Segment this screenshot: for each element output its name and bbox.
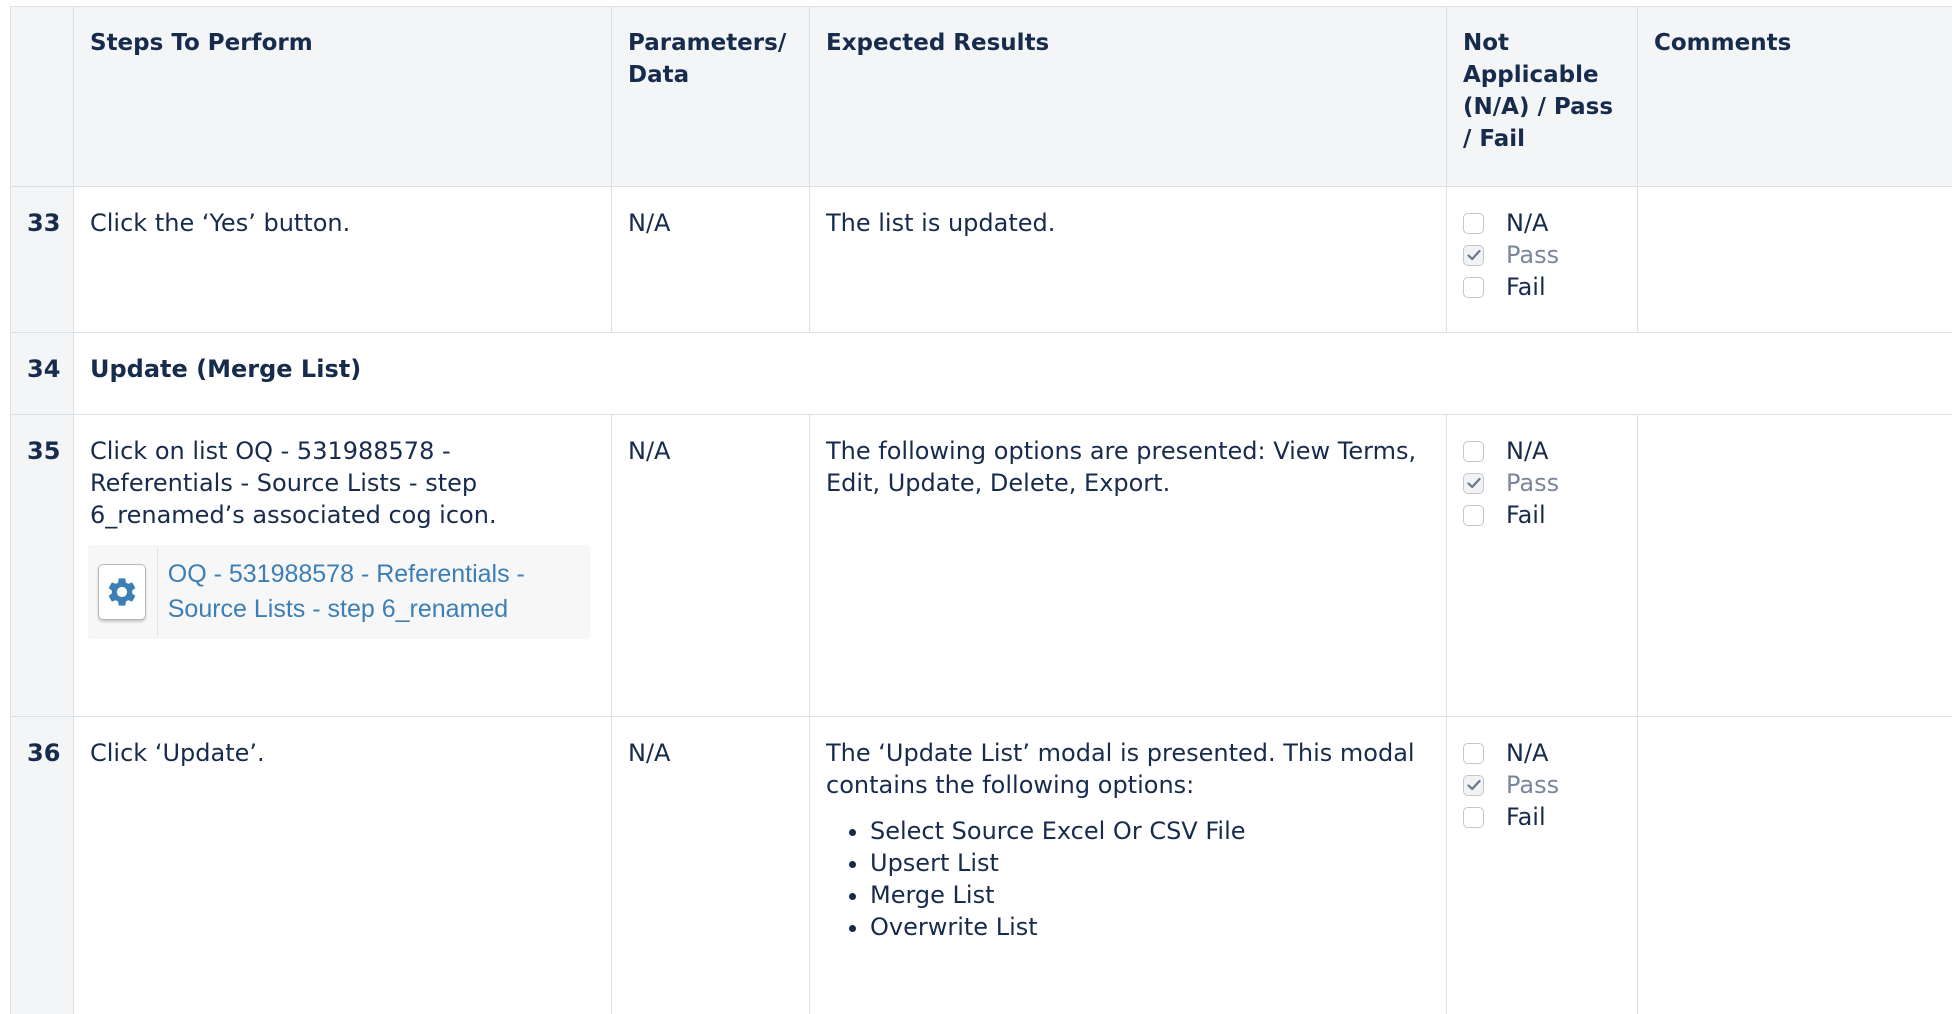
checkbox-pass[interactable]: [1463, 244, 1484, 266]
step-number: 35: [10, 414, 74, 717]
cog-icon: [108, 578, 135, 606]
checkbox-fail[interactable]: [1463, 806, 1484, 828]
table-row: 33 Click the ‘Yes’ button. N/A The list …: [10, 186, 1952, 333]
status-option-label: Pass: [1506, 771, 1560, 799]
cog-button: [98, 564, 146, 620]
step-parameters: N/A: [611, 716, 810, 1014]
embedded-screenshot: OQ - 531988578 - Referentials - Source L…: [88, 545, 590, 639]
status-option-label: Pass: [1506, 469, 1560, 497]
status-option-label: N/A: [1506, 739, 1549, 767]
checkbox-na[interactable]: [1463, 440, 1484, 462]
status-option-na[interactable]: N/A: [1463, 435, 1621, 467]
checkbox-fail[interactable]: [1463, 276, 1484, 298]
step-number: 33: [10, 186, 74, 333]
list-item: Merge List: [870, 879, 1430, 911]
test-steps-table: Steps To Perform Parameters/ Data Expect…: [10, 6, 1952, 1014]
header-parameters: Parameters/ Data: [611, 6, 810, 187]
step-number: 34: [10, 332, 74, 415]
header-number-cell: [10, 6, 74, 187]
checkbox-pass[interactable]: [1463, 472, 1484, 494]
modal-options-list: Select Source Excel Or CSV File Upsert L…: [826, 815, 1430, 943]
step-text: Click ‘Update’.: [73, 716, 612, 1014]
step-status: N/A Pass Fail: [1446, 414, 1638, 717]
step-status: N/A Pass Fail: [1446, 186, 1638, 333]
test-steps-page: Steps To Perform Parameters/ Data Expect…: [0, 0, 1952, 1014]
table-row-section: 34 Update (Merge List): [10, 332, 1952, 415]
checkmark-icon: [1466, 477, 1481, 489]
step-comments[interactable]: [1637, 716, 1952, 1014]
step-status: N/A Pass Fail: [1446, 716, 1638, 1014]
status-option-label: Pass: [1506, 241, 1560, 269]
step-expected-cell: The ‘Update List’ modal is presented. Th…: [809, 716, 1447, 1014]
step-expected: The list is updated.: [809, 186, 1447, 333]
step-comments[interactable]: [1637, 414, 1952, 717]
status-option-na[interactable]: N/A: [1463, 737, 1621, 769]
step-comments[interactable]: [1637, 186, 1952, 333]
header-steps: Steps To Perform: [73, 6, 612, 187]
status-option-label: N/A: [1506, 209, 1549, 237]
step-parameters: N/A: [611, 414, 810, 717]
status-option-label: Fail: [1506, 501, 1546, 529]
status-option-pass[interactable]: Pass: [1463, 239, 1621, 271]
checkmark-icon: [1466, 249, 1481, 261]
list-item: Select Source Excel Or CSV File: [870, 815, 1430, 847]
checkbox-fail[interactable]: [1463, 504, 1484, 526]
step-number: 36: [10, 716, 74, 1014]
step-text: Click on list OQ - 531988578 - Referenti…: [90, 437, 497, 529]
list-item: Upsert List: [870, 847, 1430, 879]
header-status: Not Applicable (N/A) / Pass / Fail: [1446, 6, 1638, 187]
embed-divider: [156, 548, 158, 636]
status-option-fail[interactable]: Fail: [1463, 801, 1621, 833]
step-expected: The following options are presented: Vie…: [809, 414, 1447, 717]
table-row: 35 Click on list OQ - 531988578 - Refere…: [10, 414, 1952, 717]
status-option-pass[interactable]: Pass: [1463, 769, 1621, 801]
status-option-fail[interactable]: Fail: [1463, 271, 1621, 303]
table-row: 36 Click ‘Update’. N/A The ‘Update List’…: [10, 716, 1952, 1014]
step-text: Click the ‘Yes’ button.: [73, 186, 612, 333]
header-expected-results: Expected Results: [809, 6, 1447, 187]
status-option-fail[interactable]: Fail: [1463, 499, 1621, 531]
step-parameters: N/A: [611, 186, 810, 333]
status-option-label: Fail: [1506, 273, 1546, 301]
header-comments: Comments: [1637, 6, 1952, 187]
status-option-na[interactable]: N/A: [1463, 207, 1621, 239]
step-text-cell: Click on list OQ - 531988578 - Referenti…: [73, 414, 612, 717]
checkbox-pass[interactable]: [1463, 774, 1484, 796]
status-options: N/A Pass Fail: [1463, 737, 1621, 833]
status-option-pass[interactable]: Pass: [1463, 467, 1621, 499]
list-item: Overwrite List: [870, 911, 1430, 943]
list-name-link: OQ - 531988578 - Referentials - Source L…: [167, 560, 525, 623]
checkbox-na[interactable]: [1463, 212, 1484, 234]
section-title: Update (Merge List): [73, 332, 1952, 415]
checkbox-na[interactable]: [1463, 742, 1484, 764]
status-options: N/A Pass Fail: [1463, 435, 1621, 531]
status-option-label: N/A: [1506, 437, 1549, 465]
table-header-row: Steps To Perform Parameters/ Data Expect…: [10, 6, 1952, 187]
step-expected: The ‘Update List’ modal is presented. Th…: [826, 739, 1415, 799]
status-option-label: Fail: [1506, 803, 1546, 831]
checkmark-icon: [1466, 779, 1481, 791]
status-options: N/A Pass Fail: [1463, 207, 1621, 303]
